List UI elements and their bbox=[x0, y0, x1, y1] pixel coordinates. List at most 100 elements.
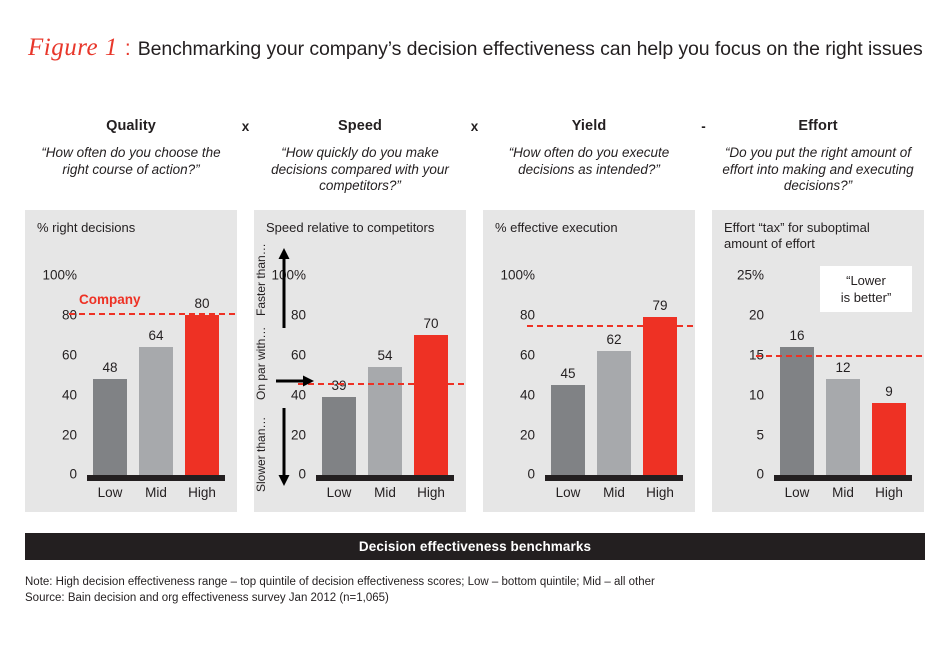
bar-mid bbox=[826, 379, 860, 475]
y-axis-tick: 0 bbox=[69, 466, 77, 482]
panel-yield: % effective execution 100% 80 60 40 20 0 45 Low… bbox=[483, 210, 695, 512]
panel-gap bbox=[695, 210, 712, 512]
source-line: Source: Bain decision and org effectiven… bbox=[25, 591, 389, 604]
y-axis-tick: 5 bbox=[756, 427, 764, 443]
panel-gap bbox=[466, 210, 483, 512]
panel-speed: Speed relative to competitors 100% 80 60 40… bbox=[254, 210, 466, 512]
y-axis-tick: 25% bbox=[736, 267, 764, 283]
y-axis-tick: 60 bbox=[61, 347, 77, 363]
bar-value-label: 48 bbox=[102, 360, 118, 375]
scale-label-faster: Faster than… bbox=[254, 243, 268, 316]
plot-area-yield: 100% 80 60 40 20 0 45 Low 62 Mid 79 High bbox=[483, 210, 695, 512]
panel-gap bbox=[237, 210, 254, 512]
callout-line-1: “Lower bbox=[846, 273, 886, 288]
y-axis-tick: 100% bbox=[42, 267, 77, 283]
header-label: Speed bbox=[337, 118, 382, 134]
y-axis-tick: 20 bbox=[519, 427, 535, 443]
bar-high bbox=[185, 315, 219, 475]
operator-multiply-2: x bbox=[470, 119, 479, 134]
plot-area-quality: 100% 80 60 40 20 0 48 Low 64 Mid 80 High Company bbox=[25, 210, 237, 512]
company-reference-label: Company bbox=[79, 292, 141, 307]
axis-baseline bbox=[774, 475, 912, 481]
header-question: “How often do you execute decisions as i… bbox=[508, 145, 670, 177]
bar-low bbox=[780, 347, 814, 475]
bar-value-label: 16 bbox=[789, 328, 805, 343]
y-axis-tick: 60 bbox=[519, 347, 535, 363]
bar-value-label: 39 bbox=[331, 378, 347, 393]
figure-colon: : bbox=[124, 37, 131, 60]
note-line: Note: High decision effectiveness range … bbox=[25, 576, 655, 588]
x-axis-category-label: Mid bbox=[832, 485, 854, 500]
bar-value-label: 12 bbox=[835, 360, 851, 375]
x-axis-category-label: High bbox=[188, 485, 216, 500]
bar-value-label: 45 bbox=[560, 366, 576, 381]
header-question: “How often do you choose the right cours… bbox=[41, 145, 221, 177]
chart-panels: % right decisions 100% 80 60 40 20 0 48 Low 64 Mi… bbox=[25, 210, 925, 512]
bar-value-label: 54 bbox=[377, 348, 393, 363]
bar-high bbox=[872, 403, 906, 475]
x-axis-category-label: Mid bbox=[374, 485, 396, 500]
notes-block: Note: High decision effectiveness range … bbox=[25, 575, 925, 606]
header-speed: Speed “How quickly do you make decisions… bbox=[254, 118, 466, 200]
bar-value-label: 80 bbox=[194, 296, 210, 311]
y-axis-tick: 0 bbox=[527, 466, 535, 482]
y-axis-tick: 10 bbox=[748, 387, 764, 403]
callout-line-2: is better” bbox=[840, 290, 892, 305]
header-label: Quality bbox=[106, 118, 156, 134]
bar-low bbox=[322, 397, 356, 475]
bar-value-label: 64 bbox=[148, 328, 164, 343]
x-axis-category-label: Low bbox=[784, 485, 810, 500]
header-quality: Quality “How often do you choose the rig… bbox=[25, 118, 237, 200]
x-axis-category-label: Mid bbox=[603, 485, 625, 500]
page-title: Benchmarking your company’s decision eff… bbox=[137, 38, 923, 60]
y-axis-tick: 20 bbox=[61, 427, 77, 443]
header-effort: Effort “Do you put the right amount of e… bbox=[712, 118, 924, 200]
company-reference-line bbox=[298, 383, 464, 385]
y-axis-tick: 40 bbox=[61, 387, 77, 403]
company-reference-line bbox=[69, 313, 235, 315]
axis-baseline bbox=[87, 475, 225, 481]
x-axis-category-label: Mid bbox=[145, 485, 167, 500]
bar-high bbox=[414, 335, 448, 475]
column-headers: Quality “How often do you choose the rig… bbox=[25, 118, 925, 200]
arrow-down-icon bbox=[278, 408, 290, 486]
header-question: “Do you put the right amount of effort i… bbox=[722, 145, 914, 193]
axis-baseline bbox=[545, 475, 683, 481]
x-axis-category-label: High bbox=[875, 485, 903, 500]
arrow-right-icon bbox=[276, 375, 314, 387]
x-axis-category-label: High bbox=[417, 485, 445, 500]
header-yield: Yield “How often do you execute decision… bbox=[483, 118, 695, 200]
footer-bar: Decision effectiveness benchmarks bbox=[25, 533, 925, 560]
company-reference-line bbox=[527, 325, 693, 327]
y-axis-tick: 40 bbox=[519, 387, 535, 403]
bar-value-label: 70 bbox=[423, 316, 439, 331]
x-axis-category-label: Low bbox=[326, 485, 352, 500]
bar-value-label: 62 bbox=[606, 332, 622, 347]
operator-multiply-1: x bbox=[241, 119, 250, 134]
bar-mid bbox=[597, 351, 631, 475]
x-axis-category-label: Low bbox=[97, 485, 123, 500]
bar-high bbox=[643, 317, 677, 475]
y-axis-tick: 100% bbox=[500, 267, 535, 283]
bar-value-label: 9 bbox=[885, 384, 893, 399]
bar-low bbox=[93, 379, 127, 475]
header-question: “How quickly do you make decisions compa… bbox=[271, 145, 449, 193]
arrow-up-icon bbox=[278, 248, 290, 328]
x-axis-category-label: High bbox=[646, 485, 674, 500]
header-label: Effort bbox=[798, 118, 838, 134]
bar-value-label: 79 bbox=[652, 298, 668, 313]
figure-number: Figure 1 bbox=[28, 34, 118, 61]
header-label: Yield bbox=[571, 118, 607, 134]
y-axis-tick: 60 bbox=[290, 347, 306, 363]
lower-is-better-callout: “Lower is better” bbox=[820, 266, 912, 312]
footer-bar-label: Decision effectiveness benchmarks bbox=[358, 539, 592, 554]
y-axis-tick: 20 bbox=[748, 307, 764, 323]
bar-low bbox=[551, 385, 585, 475]
y-axis-tick: 0 bbox=[756, 466, 764, 482]
y-axis-tick: 80 bbox=[519, 307, 535, 323]
y-axis-tick: 40 bbox=[290, 387, 306, 403]
operator-minus: - bbox=[701, 119, 706, 134]
x-axis-category-label: Low bbox=[555, 485, 581, 500]
panel-quality: % right decisions 100% 80 60 40 20 0 48 Low 64 Mi… bbox=[25, 210, 237, 512]
scale-label-on-par: On par with… bbox=[254, 326, 268, 400]
